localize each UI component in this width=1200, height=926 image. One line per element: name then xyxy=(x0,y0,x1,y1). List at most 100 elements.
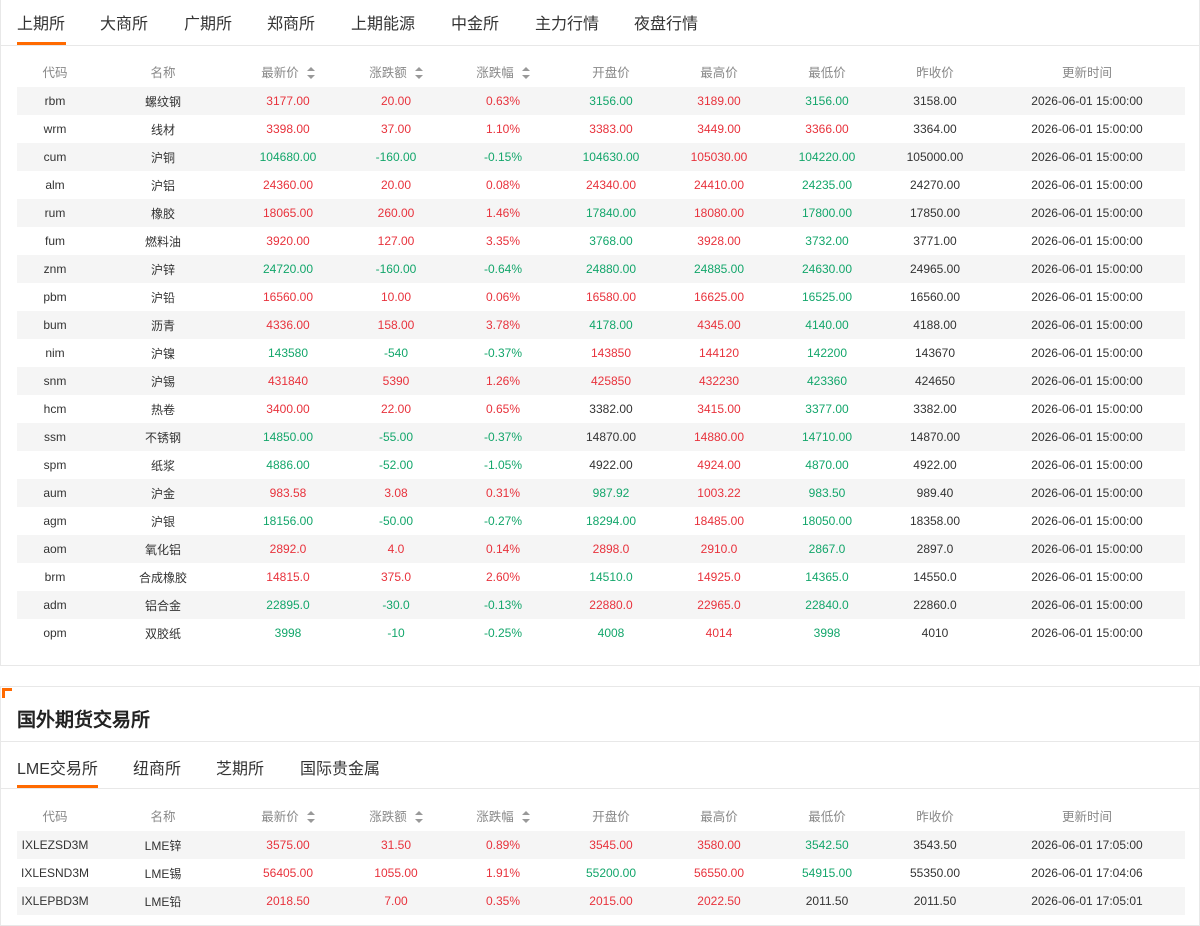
tab-4[interactable]: 上期能源 xyxy=(351,10,415,34)
table-row[interactable]: bum 沥青 4336.00 158.00 3.78% 4178.00 4345.00 414… xyxy=(17,311,1185,339)
column-header-2[interactable]: 最新价 xyxy=(233,55,343,87)
cell-low: 24630.00 xyxy=(801,262,853,276)
column-header-0: 代码 xyxy=(17,799,93,831)
cell-high: 3928.00 xyxy=(697,234,741,248)
column-label: 涨跌幅 xyxy=(476,809,514,824)
cell-time: 2026-06-01 15:00:00 xyxy=(1031,178,1143,192)
cell-code: aum xyxy=(43,486,67,500)
cell-high: 4924.00 xyxy=(697,458,741,472)
cell-high: 3580.00 xyxy=(697,838,741,852)
sort-icon[interactable] xyxy=(414,810,423,823)
cell-code: pbm xyxy=(43,290,67,304)
tab-2[interactable]: 芝期所 xyxy=(216,755,264,779)
tab-1[interactable]: 纽商所 xyxy=(133,755,181,779)
cell-prev: 22860.0 xyxy=(913,598,957,612)
cell-prev: 3543.50 xyxy=(913,838,957,852)
sort-icon[interactable] xyxy=(414,66,423,79)
column-header-3[interactable]: 涨跌额 xyxy=(343,799,449,831)
table-row[interactable]: ssm 不锈钢 14850.00 -55.00 -0.37% 14870.00 14880.… xyxy=(17,423,1185,451)
cell-code: hcm xyxy=(43,402,67,416)
tab-5[interactable]: 中金所 xyxy=(451,10,499,34)
cell-prev: 14550.0 xyxy=(913,570,957,584)
cell-last: 4336.00 xyxy=(266,318,310,332)
cell-high: 14880.00 xyxy=(693,430,745,444)
column-header-4[interactable]: 涨跌幅 xyxy=(449,55,557,87)
cell-pct: 1.26% xyxy=(485,374,521,388)
cell-pct: 3.35% xyxy=(485,234,521,248)
table-row[interactable]: wrm 线材 3398.00 37.00 1.10% 3383.00 3449.00 3366… xyxy=(17,115,1185,143)
table-row[interactable]: alm 沪铝 24360.00 20.00 0.08% 24340.00 24410.00 2… xyxy=(17,171,1185,199)
cell-low: 24235.00 xyxy=(801,178,853,192)
cell-high: 4014 xyxy=(705,626,733,640)
cell-code: alm xyxy=(45,178,65,192)
column-header-1: 名称 xyxy=(93,799,233,831)
tab-3[interactable]: 郑商所 xyxy=(267,10,315,34)
table-row[interactable]: spm 纸浆 4886.00 -52.00 -1.05% 4922.00 4924.00 48… xyxy=(17,451,1185,479)
cell-time: 2026-06-01 15:00:00 xyxy=(1031,318,1143,332)
table-row[interactable]: znm 沪锌 24720.00 -160.00 -0.64% 24880.00 24885.… xyxy=(17,255,1185,283)
table-row[interactable]: brm 合成橡胶 14815.0 375.0 2.60% 14510.0 14925.0 14… xyxy=(17,563,1185,591)
cell-pct: -0.64% xyxy=(483,262,523,276)
sort-icon[interactable] xyxy=(521,66,530,79)
table-row[interactable]: adm 铝合金 22895.0 -30.0 -0.13% 22880.0 22965.0 22… xyxy=(17,591,1185,619)
tab-6[interactable]: 主力行情 xyxy=(535,10,599,34)
cell-name: 螺纹钢 xyxy=(144,94,181,109)
table-row[interactable]: IXLESND3M LME锡 56405.00 1055.00 1.91% 55200.0… xyxy=(17,859,1185,887)
cell-high: 1003.22 xyxy=(697,486,741,500)
cell-high: 4345.00 xyxy=(697,318,741,332)
cell-pct: 3.78% xyxy=(485,318,521,332)
cell-code: wrm xyxy=(43,122,67,136)
table-row[interactable]: rbm 螺纹钢 3177.00 20.00 0.63% 3156.00 3189.00 315… xyxy=(17,87,1185,115)
cell-time: 2026-06-01 15:00:00 xyxy=(1031,402,1143,416)
sort-icon[interactable] xyxy=(521,810,530,823)
column-header-4[interactable]: 涨跌幅 xyxy=(449,799,557,831)
cell-prev: 17850.00 xyxy=(909,206,961,220)
table-row[interactable]: pbm 沪铅 16560.00 10.00 0.06% 16580.00 16625.00 1… xyxy=(17,283,1185,311)
table-row[interactable]: nim 沪镍 143580 -540 -0.37% 143850 144120 142200 1… xyxy=(17,339,1185,367)
cell-name: 沪锌 xyxy=(150,262,175,277)
cell-code: bum xyxy=(43,318,67,332)
tab-3[interactable]: 国际贵金属 xyxy=(300,755,380,779)
cell-last: 431840 xyxy=(267,374,309,388)
tab-0[interactable]: LME交易所 xyxy=(17,755,98,779)
cell-prev: 3382.00 xyxy=(913,402,957,416)
cell-time: 2026-06-01 15:00:00 xyxy=(1031,626,1143,640)
cell-code: brm xyxy=(44,570,66,584)
tab-7[interactable]: 夜盘行情 xyxy=(634,10,698,34)
column-label: 最高价 xyxy=(700,809,738,824)
column-header-8: 昨收价 xyxy=(881,799,989,831)
table-row[interactable]: agm 沪银 18156.00 -50.00 -0.27% 18294.00 18485.0… xyxy=(17,507,1185,535)
cell-low: 3156.00 xyxy=(805,94,849,108)
table-row[interactable]: rum 橡胶 18065.00 260.00 1.46% 17840.00 18080.00… xyxy=(17,199,1185,227)
cell-open: 16580.00 xyxy=(585,290,637,304)
table-row[interactable]: aom 氧化铝 2892.0 4.0 0.14% 2898.0 2910.0 2867.0 28… xyxy=(17,535,1185,563)
column-label: 最新价 xyxy=(261,809,299,824)
cell-open: 104630.00 xyxy=(582,150,640,164)
cell-pct: 0.06% xyxy=(485,290,521,304)
column-header-2[interactable]: 最新价 xyxy=(233,799,343,831)
tab-1[interactable]: 大商所 xyxy=(100,10,148,34)
table-row[interactable]: fum 燃料油 3920.00 127.00 3.35% 3768.00 3928.00 37… xyxy=(17,227,1185,255)
active-tab-indicator xyxy=(17,785,98,788)
cell-open: 3383.00 xyxy=(589,122,633,136)
table-row[interactable]: IXLEZSD3M LME锌 3575.00 31.50 0.89% 3545.00 358… xyxy=(17,831,1185,859)
tab-0[interactable]: 上期所 xyxy=(17,10,65,34)
table-row[interactable]: opm 双胶纸 3998 -10 -0.25% 4008 4014 3998 4010 2026-… xyxy=(17,619,1185,647)
column-header-3[interactable]: 涨跌额 xyxy=(343,55,449,87)
column-label: 名称 xyxy=(150,65,176,80)
cell-chg: 375.0 xyxy=(380,570,412,584)
tab-2[interactable]: 广期所 xyxy=(184,10,232,34)
column-header-9: 更新时间 xyxy=(989,55,1185,87)
cell-chg: 37.00 xyxy=(380,122,412,136)
table-row[interactable]: aum 沪金 983.58 3.08 0.31% 987.92 1003.22 983.50 9… xyxy=(17,479,1185,507)
sort-icon[interactable] xyxy=(306,810,315,823)
cell-name: 燃料油 xyxy=(144,234,181,249)
cell-name: 热卷 xyxy=(150,402,175,417)
sort-icon[interactable] xyxy=(306,66,315,79)
cell-high: 2022.50 xyxy=(697,894,741,908)
table-row[interactable]: hcm 热卷 3400.00 22.00 0.65% 3382.00 3415.00 3377… xyxy=(17,395,1185,423)
table-row[interactable]: cum 沪铜 104680.00 -160.00 -0.15% 104630.00 1050… xyxy=(17,143,1185,171)
table-header-row: 代码 名称 最新价 涨跌额 涨跌幅 开盘价 最高价 最低价 昨收价 更新时间 xyxy=(17,55,1185,87)
table-row[interactable]: IXLEPBD3M LME铅 2018.50 7.00 0.35% 2015.00 2022… xyxy=(17,887,1185,915)
table-row[interactable]: snm 沪锡 431840 5390 1.26% 425850 432230 423360 42… xyxy=(17,367,1185,395)
